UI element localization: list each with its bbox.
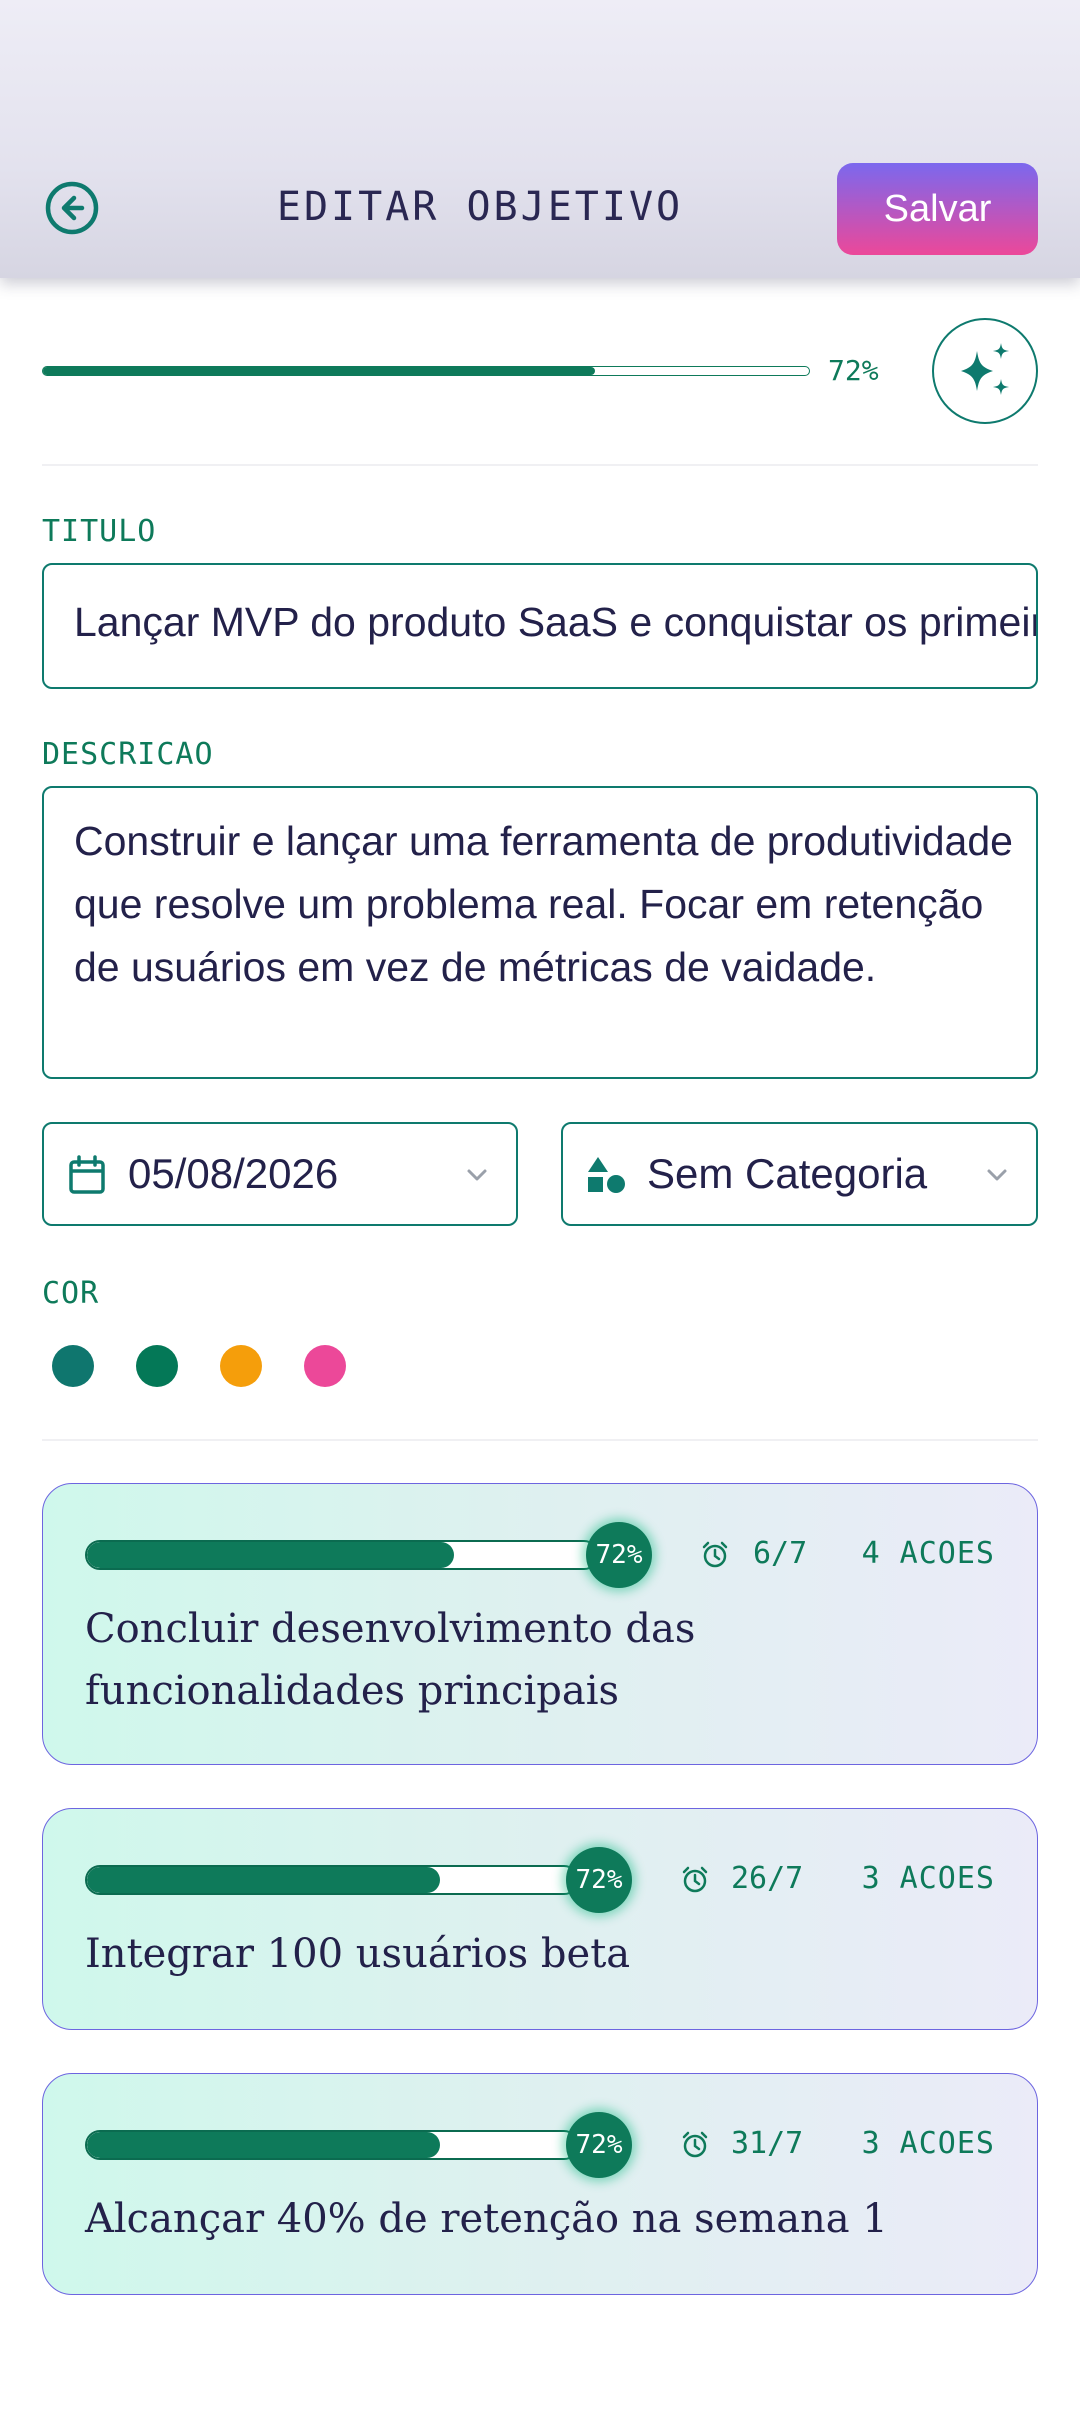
app-header: EDITAR OBJETIVO Salvar xyxy=(0,0,1080,278)
ai-suggest-button[interactable] xyxy=(932,318,1038,424)
due-date-select[interactable]: 05/08/2026 xyxy=(42,1122,518,1226)
description-textarea[interactable]: Construir e lançar uma ferramenta de pro… xyxy=(42,786,1038,1079)
category-select[interactable]: Sem Categoria xyxy=(561,1122,1038,1226)
task-progress-fill xyxy=(87,1867,440,1893)
color-option-pink[interactable] xyxy=(304,1345,346,1387)
color-option-teal[interactable] xyxy=(52,1345,94,1387)
sparkles-icon xyxy=(961,343,1009,395)
title-label: TITULO xyxy=(42,514,157,549)
arrow-left-circle-icon xyxy=(45,181,99,235)
task-progress-badge: 72% xyxy=(566,2112,632,2178)
category-value: Sem Categoria xyxy=(647,1150,928,1197)
task-due-date: 31/7 xyxy=(731,2126,804,2161)
title-input[interactable]: Lançar MVP do produto SaaS e conquistar … xyxy=(42,563,1038,689)
task-progress-bar xyxy=(85,1865,579,1895)
task-title: Concluir desenvolvimento das funcionalid… xyxy=(85,1606,696,1714)
task-due-date: 26/7 xyxy=(731,1861,804,1896)
task-action-count: 3 ACOES xyxy=(861,2126,995,2161)
due-date-value: 05/08/2026 xyxy=(128,1150,339,1197)
chevron-down-icon xyxy=(467,1169,487,1181)
description-label: DESCRICAO xyxy=(42,737,214,772)
task-action-count: 4 ACOES xyxy=(861,1536,995,1571)
task-progress-badge: 72% xyxy=(586,1522,652,1588)
color-option-amber[interactable] xyxy=(220,1345,262,1387)
task-card[interactable]: 72% 26/7 3 ACOES Integrar 100 usuários b… xyxy=(42,1808,1038,2030)
task-due-date: 6/7 xyxy=(753,1536,808,1571)
objective-progress-bar xyxy=(42,366,810,376)
task-progress-fill xyxy=(87,2132,440,2158)
color-option-green[interactable] xyxy=(136,1345,178,1387)
color-label: COR xyxy=(42,1276,100,1311)
task-progress-fill xyxy=(87,1542,455,1568)
alarm-clock-icon xyxy=(702,1541,728,1568)
task-title: Integrar 100 usuários beta xyxy=(85,1931,631,1977)
title-input-value: Lançar MVP do produto SaaS e conquistar … xyxy=(74,599,1036,645)
save-button[interactable]: Salvar xyxy=(837,163,1038,255)
task-card[interactable]: 72% 31/7 3 ACOES Alcançar 40% de retençã… xyxy=(42,2073,1038,2295)
alarm-clock-icon xyxy=(682,1866,708,1893)
calendar-icon xyxy=(69,1155,105,1194)
task-progress-bar xyxy=(85,1540,599,1570)
task-title: Alcançar 40% de retenção na semana 1 xyxy=(85,2196,888,2242)
back-button[interactable] xyxy=(42,178,102,238)
divider xyxy=(42,1439,1038,1441)
divider xyxy=(42,464,1038,466)
description-textarea-value: Construir e lançar uma ferramenta de pro… xyxy=(74,818,1013,990)
alarm-clock-icon xyxy=(682,2131,708,2158)
task-progress-bar xyxy=(85,2130,579,2160)
category-shapes-icon xyxy=(588,1157,625,1193)
objective-progress-label: 72% xyxy=(828,354,879,387)
task-action-count: 3 ACOES xyxy=(861,1861,995,1896)
objective-progress-fill xyxy=(43,367,595,375)
page-title: EDITAR OBJETIVO xyxy=(276,184,684,230)
chevron-down-icon xyxy=(987,1169,1007,1181)
task-card[interactable]: 72% 6/7 4 ACOES Concluir desenvolvimento… xyxy=(42,1483,1038,1765)
task-progress-badge: 72% xyxy=(566,1847,632,1913)
